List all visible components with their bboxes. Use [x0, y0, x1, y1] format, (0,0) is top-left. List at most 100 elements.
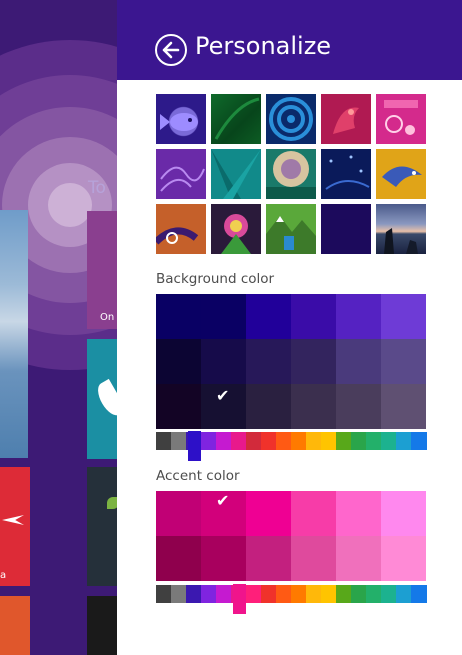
accent-color-swatch[interactable]: [336, 491, 381, 536]
accent-color-swatch[interactable]: [381, 491, 426, 536]
background-color-swatch[interactable]: [201, 294, 246, 339]
accent-color-swatch[interactable]: [246, 536, 291, 581]
background-hue-segment[interactable]: [381, 432, 397, 450]
background-hue-segment[interactable]: [156, 432, 172, 450]
accent-color-swatch[interactable]: [156, 491, 201, 536]
weather-tile[interactable]: [0, 210, 28, 458]
red-tile[interactable]: [0, 467, 30, 586]
background-color-swatch[interactable]: [336, 384, 381, 429]
pattern-thumbnail-rooster[interactable]: [321, 94, 371, 144]
background-hue-segment[interactable]: [231, 432, 247, 450]
pattern-thumbnail-night-sky[interactable]: [321, 149, 371, 199]
background-hue-segment[interactable]: [321, 432, 337, 450]
orange-tile[interactable]: [0, 596, 30, 655]
accent-hue-segment[interactable]: [261, 585, 277, 603]
mountain-icon: [266, 216, 316, 254]
accent-color-swatch[interactable]: [156, 536, 201, 581]
background-color-swatch[interactable]: [291, 339, 336, 384]
accent-color-swatch[interactable]: [201, 536, 246, 581]
background-color-swatch[interactable]: [246, 384, 291, 429]
accent-hue-segment[interactable]: [336, 585, 352, 603]
accent-hue-strip[interactable]: [156, 584, 427, 614]
background-color-swatch[interactable]: [336, 339, 381, 384]
background-hue-segment[interactable]: [396, 432, 412, 450]
background-color-swatch[interactable]: [246, 339, 291, 384]
accent-hue-segment[interactable]: [366, 585, 382, 603]
background-hue-segment[interactable]: [201, 432, 217, 450]
pattern-thumbnail-flower[interactable]: [211, 204, 261, 254]
pattern-thumbnail-green-leaf[interactable]: [211, 94, 261, 144]
pattern-thumbnail-spiral[interactable]: [266, 94, 316, 144]
accent-color-swatch[interactable]: [381, 536, 426, 581]
background-hue-segment[interactable]: [276, 432, 292, 450]
rays-icon: [211, 149, 261, 199]
background-hue-segment[interactable]: [336, 432, 352, 450]
accent-hue-segment[interactable]: [411, 585, 427, 603]
start-screen-background: To On a: [0, 0, 117, 655]
mandala-icon: [266, 151, 316, 199]
accent-hue-segment[interactable]: [156, 585, 172, 603]
background-hue-segment[interactable]: [351, 432, 367, 450]
black-tile[interactable]: [87, 596, 117, 655]
accent-hue-segment[interactable]: [276, 585, 292, 603]
background-color-swatch[interactable]: [156, 339, 201, 384]
pattern-thumbnail-bird[interactable]: [376, 149, 426, 199]
back-button[interactable]: [155, 34, 187, 66]
background-color-swatch[interactable]: [156, 384, 201, 429]
accent-hue-segment[interactable]: [306, 585, 322, 603]
pattern-thumbnail-sunset-photo[interactable]: [376, 204, 426, 254]
background-hue-segment[interactable]: [291, 432, 307, 450]
pattern-thumbnail-fish[interactable]: [156, 94, 206, 144]
accent-hue-segment[interactable]: [201, 585, 217, 603]
accent-color-swatch[interactable]: [291, 536, 336, 581]
background-hue-strip[interactable]: [156, 431, 427, 461]
background-color-swatch[interactable]: [201, 339, 246, 384]
background-color-swatch[interactable]: [291, 294, 336, 339]
accent-hue-segment[interactable]: [291, 585, 307, 603]
background-color-swatch[interactable]: [381, 294, 426, 339]
background-color-swatch[interactable]: [291, 384, 336, 429]
pattern-thumbnail-mandala[interactable]: [266, 149, 316, 199]
pattern-thumbnail-orange-swirl[interactable]: [156, 204, 206, 254]
accent-hue-segment[interactable]: [246, 585, 262, 603]
pattern-thumbnail-teal-rays[interactable]: [211, 149, 261, 199]
background-hue-segment[interactable]: [366, 432, 382, 450]
background-hue-segment[interactable]: [171, 432, 187, 450]
teal-tile[interactable]: [87, 339, 117, 459]
background-hue-segment[interactable]: [261, 432, 277, 450]
accent-color-swatch[interactable]: [246, 491, 291, 536]
pattern-thumbnail-solid-indigo[interactable]: [321, 204, 371, 254]
background-color-swatch[interactable]: [246, 294, 291, 339]
background-color-swatch[interactable]: [156, 294, 201, 339]
ring-pattern: [48, 183, 92, 227]
background-hue-segment[interactable]: [246, 432, 262, 450]
accent-hue-slider-thumb[interactable]: [233, 584, 246, 614]
accent-hue-segment[interactable]: [321, 585, 337, 603]
background-hue-segment[interactable]: [216, 432, 232, 450]
background-color-swatch[interactable]: [381, 339, 426, 384]
background-color-swatch[interactable]: [336, 294, 381, 339]
accent-color-swatch[interactable]: [336, 536, 381, 581]
dark-tile[interactable]: [87, 467, 117, 586]
accent-hue-segment[interactable]: [396, 585, 412, 603]
background-hue-slider-thumb[interactable]: [188, 431, 201, 461]
accent-hue-segment[interactable]: [351, 585, 367, 603]
rooster-icon: [333, 107, 359, 134]
background-color-swatch[interactable]: [381, 384, 426, 429]
spiral-icon: [269, 97, 313, 141]
purple-tile-label: On: [100, 312, 115, 323]
accent-hue-segment[interactable]: [381, 585, 397, 603]
accent-hue-segment[interactable]: [216, 585, 232, 603]
pattern-thumbnail-mountain[interactable]: [266, 204, 316, 254]
background-color-swatch[interactable]: ✔: [201, 384, 246, 429]
pattern-thumbnail-swirls[interactable]: [156, 149, 206, 199]
accent-color-swatch[interactable]: [291, 491, 336, 536]
accent-hue-segment[interactable]: [186, 585, 202, 603]
red-tile-label: a: [0, 570, 7, 581]
pattern-thumbnail-circles[interactable]: [376, 94, 426, 144]
background-hue-segment[interactable]: [411, 432, 427, 450]
accent-color-swatch[interactable]: ✔: [201, 491, 246, 536]
swirl-icon: [156, 227, 199, 245]
background-hue-segment[interactable]: [306, 432, 322, 450]
accent-hue-segment[interactable]: [171, 585, 187, 603]
